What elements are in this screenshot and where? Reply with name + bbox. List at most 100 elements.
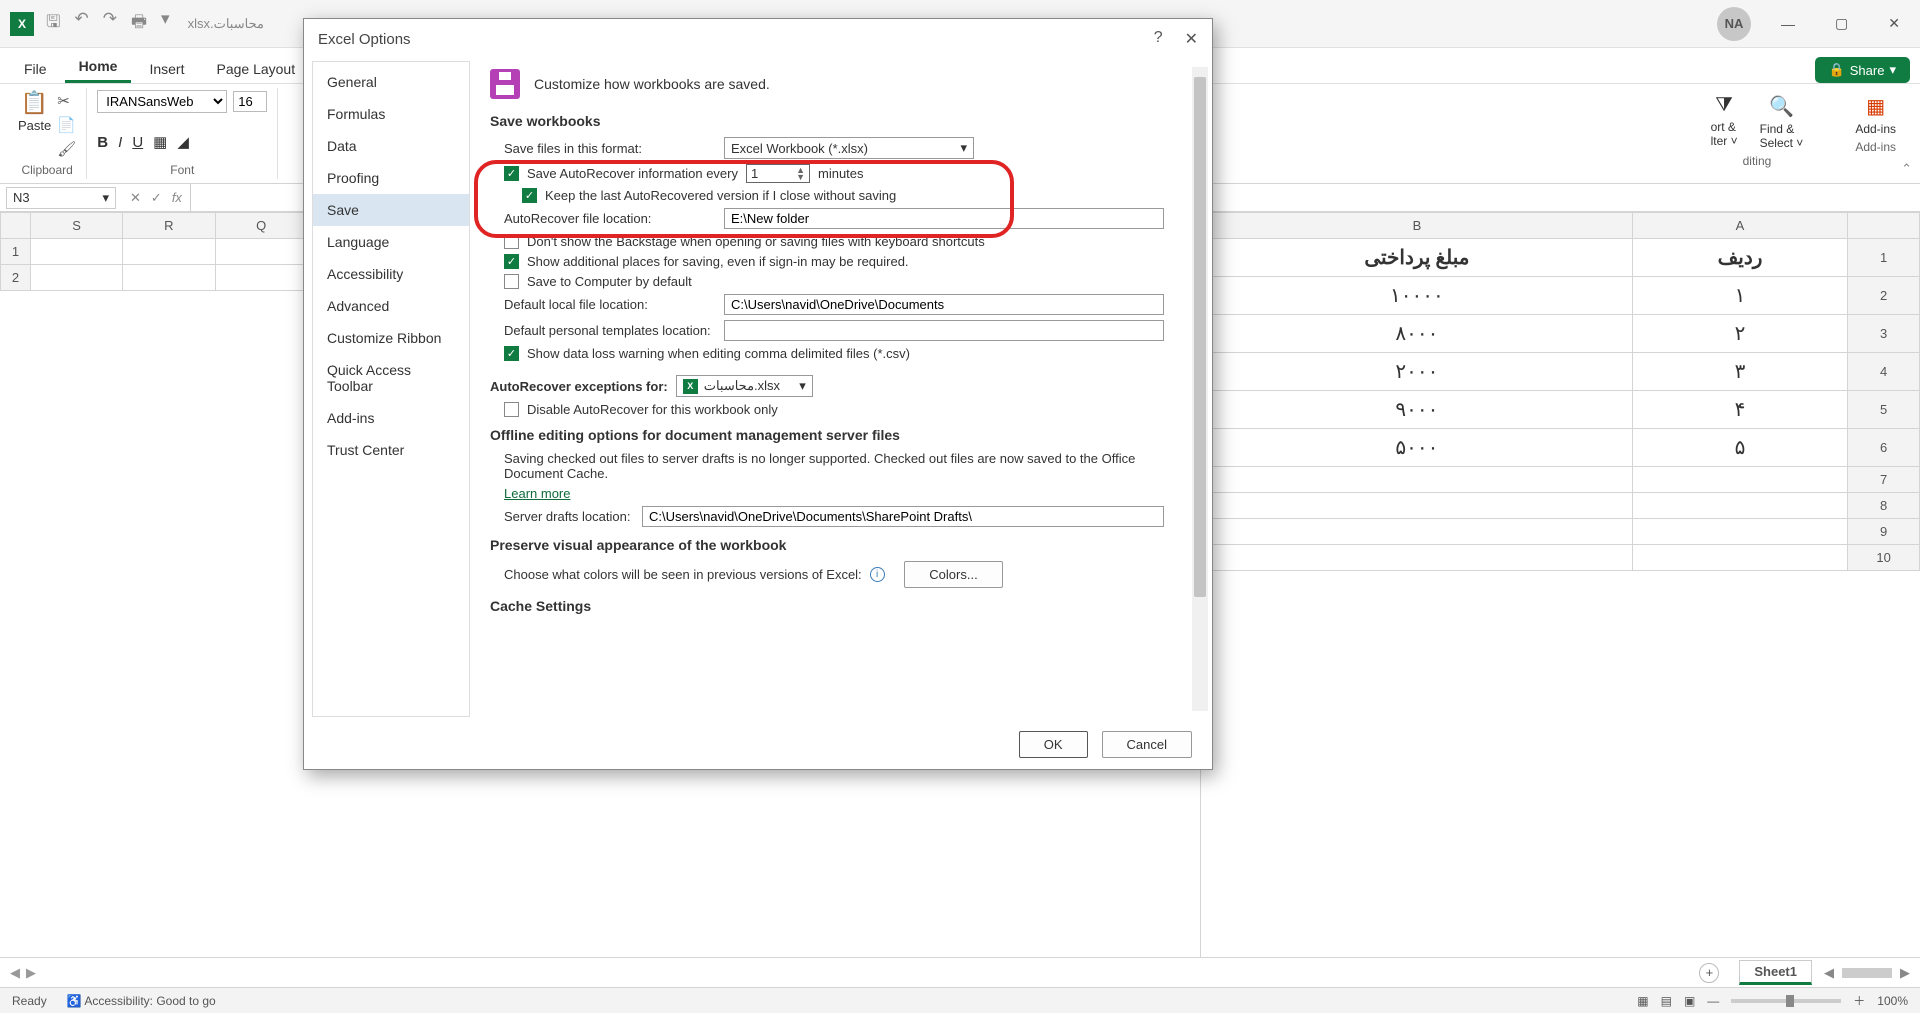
- row-header[interactable]: 8: [1848, 493, 1920, 519]
- dialog-scrollbar[interactable]: [1192, 67, 1208, 711]
- share-button[interactable]: 🔒 Share ▾: [1815, 57, 1910, 83]
- zoom-level[interactable]: 100%: [1877, 994, 1908, 1008]
- zoom-in-icon[interactable]: ＋: [1853, 992, 1865, 1009]
- nav-accessibility[interactable]: Accessibility: [313, 258, 469, 290]
- cell-row[interactable]: ۴: [1632, 391, 1847, 429]
- scroll-right-icon[interactable]: ▶: [1900, 965, 1910, 981]
- row-header[interactable]: 7: [1848, 467, 1920, 493]
- copy-icon[interactable]: 📄: [57, 116, 76, 134]
- name-box[interactable]: N3▾: [6, 187, 116, 209]
- cell-row[interactable]: ۱: [1632, 277, 1847, 315]
- save-icon[interactable]: 🖫: [46, 9, 60, 38]
- italic-button[interactable]: I: [118, 134, 122, 151]
- sheet-nav[interactable]: ◀▶: [10, 965, 36, 981]
- bold-button[interactable]: B: [97, 134, 108, 151]
- templates-location-input[interactable]: [724, 320, 1164, 341]
- tab-insert[interactable]: Insert: [135, 55, 198, 83]
- nav-qat[interactable]: Quick Access Toolbar: [313, 354, 469, 402]
- scroll-left-icon[interactable]: ◀: [1824, 965, 1834, 981]
- cell-amount[interactable]: ۲۰۰۰: [1202, 353, 1633, 391]
- row-header[interactable]: 4: [1848, 353, 1920, 391]
- find-select-button[interactable]: 🔍Find & Select ˅: [1754, 90, 1810, 154]
- underline-button[interactable]: U: [132, 134, 143, 151]
- maximize-icon[interactable]: ▢: [1825, 11, 1858, 36]
- row-header[interactable]: 2: [1848, 277, 1920, 315]
- autorecover-interval-spinner[interactable]: 1▲▼: [746, 164, 810, 183]
- ok-button[interactable]: OK: [1019, 731, 1088, 758]
- learn-more-link[interactable]: Learn more: [504, 486, 570, 501]
- tab-home[interactable]: Home: [65, 52, 132, 83]
- nav-save[interactable]: Save: [313, 194, 469, 226]
- cancel-button[interactable]: Cancel: [1102, 731, 1192, 758]
- redo-icon[interactable]: ↷: [103, 9, 117, 38]
- user-avatar[interactable]: NA: [1717, 7, 1751, 41]
- nav-proofing[interactable]: Proofing: [313, 162, 469, 194]
- row-header[interactable]: 2: [1, 265, 31, 291]
- nav-formulas[interactable]: Formulas: [313, 98, 469, 130]
- tab-file[interactable]: File: [10, 55, 61, 83]
- add-sheet-button[interactable]: +: [1699, 963, 1719, 983]
- header-amount[interactable]: مبلغ پرداختی: [1202, 239, 1633, 277]
- enter-formula-icon[interactable]: ✓: [151, 190, 162, 206]
- cell-amount[interactable]: ۵۰۰۰: [1202, 429, 1633, 467]
- help-icon[interactable]: ?: [1154, 29, 1163, 49]
- collapse-ribbon-icon[interactable]: ⌃: [1901, 161, 1912, 177]
- dialog-close-icon[interactable]: ✕: [1185, 29, 1198, 49]
- fx-icon[interactable]: fx: [172, 190, 182, 206]
- drafts-location-input[interactable]: [642, 506, 1164, 527]
- row-header[interactable]: 1: [1848, 239, 1920, 277]
- sort-filter-button[interactable]: ⧩ort & lter ˅: [1705, 90, 1744, 154]
- close-icon[interactable]: ✕: [1878, 11, 1910, 36]
- row-header[interactable]: 3: [1848, 315, 1920, 353]
- minimize-icon[interactable]: —: [1771, 12, 1805, 36]
- save-format-select[interactable]: Excel Workbook (*.xlsx)▾: [724, 137, 974, 159]
- select-all-corner[interactable]: [1, 213, 31, 239]
- zoom-slider[interactable]: [1731, 999, 1841, 1003]
- view-page-icon[interactable]: ▤: [1661, 994, 1672, 1008]
- backstage-checkbox[interactable]: [504, 234, 519, 249]
- info-icon[interactable]: i: [870, 567, 885, 582]
- nav-language[interactable]: Language: [313, 226, 469, 258]
- cell-amount[interactable]: ۸۰۰۰: [1202, 315, 1633, 353]
- font-name-select[interactable]: IRANSansWeb: [97, 90, 227, 113]
- fill-color-button[interactable]: ◢: [177, 133, 189, 151]
- disable-ar-checkbox[interactable]: [504, 402, 519, 417]
- nav-advanced[interactable]: Advanced: [313, 290, 469, 322]
- csv-warning-checkbox[interactable]: ✓: [504, 346, 519, 361]
- cancel-formula-icon[interactable]: ✕: [130, 190, 141, 206]
- undo-icon[interactable]: ↶: [74, 9, 88, 38]
- view-break-icon[interactable]: ▣: [1684, 994, 1695, 1008]
- addins-button[interactable]: ▦Add-ins: [1849, 90, 1902, 140]
- col-header[interactable]: R: [123, 213, 215, 239]
- view-normal-icon[interactable]: ▦: [1637, 994, 1648, 1008]
- local-location-input[interactable]: [724, 294, 1164, 315]
- sheet-tab[interactable]: Sheet1: [1739, 960, 1812, 985]
- hscroll-thumb[interactable]: [1842, 968, 1892, 978]
- cell-row[interactable]: ۳: [1632, 353, 1847, 391]
- header-row[interactable]: ردیف: [1632, 239, 1847, 277]
- keep-last-checkbox[interactable]: ✓: [522, 188, 537, 203]
- qat-more-icon[interactable]: ▾: [161, 9, 170, 38]
- nav-addins[interactable]: Add-ins: [313, 402, 469, 434]
- paste-button[interactable]: 📋 Paste: [18, 90, 51, 133]
- font-size-input[interactable]: [233, 91, 267, 112]
- nav-general[interactable]: General: [313, 66, 469, 98]
- format-painter-icon[interactable]: 🖌: [57, 140, 76, 158]
- ar-location-input[interactable]: [724, 208, 1164, 229]
- cell-row[interactable]: ۲: [1632, 315, 1847, 353]
- row-header[interactable]: 6: [1848, 429, 1920, 467]
- print-icon[interactable]: 🖶: [131, 9, 147, 38]
- col-header[interactable]: B: [1202, 213, 1633, 239]
- col-header[interactable]: S: [31, 213, 123, 239]
- nav-customize-ribbon[interactable]: Customize Ribbon: [313, 322, 469, 354]
- nav-data[interactable]: Data: [313, 130, 469, 162]
- autorecover-checkbox[interactable]: ✓: [504, 166, 519, 181]
- cell-amount[interactable]: ۱۰۰۰۰: [1202, 277, 1633, 315]
- colors-button[interactable]: Colors...: [904, 561, 1002, 588]
- row-header[interactable]: 10: [1848, 545, 1920, 571]
- zoom-out-icon[interactable]: —: [1707, 994, 1719, 1008]
- save-to-computer-checkbox[interactable]: [504, 274, 519, 289]
- ar-exceptions-select[interactable]: Xمحاسبات.xlsx ▾: [676, 375, 813, 397]
- cut-icon[interactable]: ✂: [57, 92, 76, 110]
- additional-places-checkbox[interactable]: ✓: [504, 254, 519, 269]
